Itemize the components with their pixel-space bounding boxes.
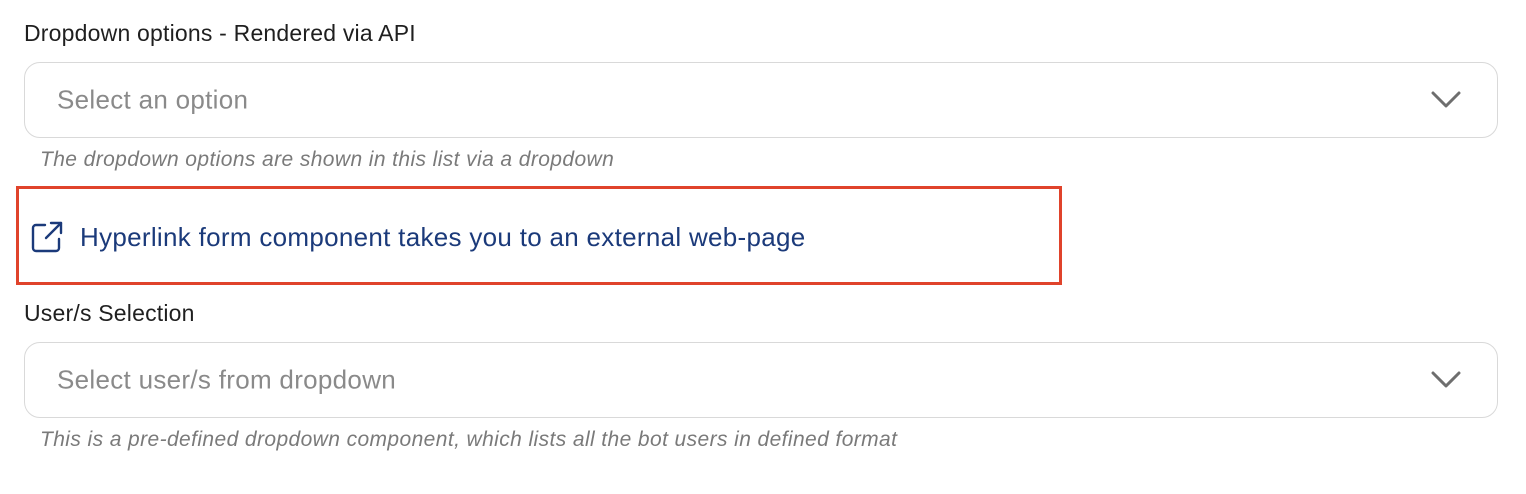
user-selection-select[interactable]: Select user/s from dropdown xyxy=(24,342,1498,418)
dropdown-api-label: Dropdown options - Rendered via API xyxy=(24,20,416,46)
chevron-down-icon xyxy=(1431,91,1461,108)
chevron-down-icon xyxy=(1431,371,1461,388)
hyperlink-text: Hyperlink form component takes you to an… xyxy=(80,221,806,252)
user-selection-placeholder: Select user/s from dropdown xyxy=(57,364,397,395)
dropdown-api-placeholder: Select an option xyxy=(57,84,249,115)
user-selection-label: User/s Selection xyxy=(24,300,195,326)
external-link-icon xyxy=(31,221,63,253)
dropdown-api-helper-text: The dropdown options are shown in this l… xyxy=(40,148,615,171)
external-hyperlink[interactable]: Hyperlink form component takes you to an… xyxy=(30,220,806,254)
dropdown-api-select[interactable]: Select an option xyxy=(24,62,1498,138)
user-selection-helper-text: This is a pre-defined dropdown component… xyxy=(40,428,898,451)
